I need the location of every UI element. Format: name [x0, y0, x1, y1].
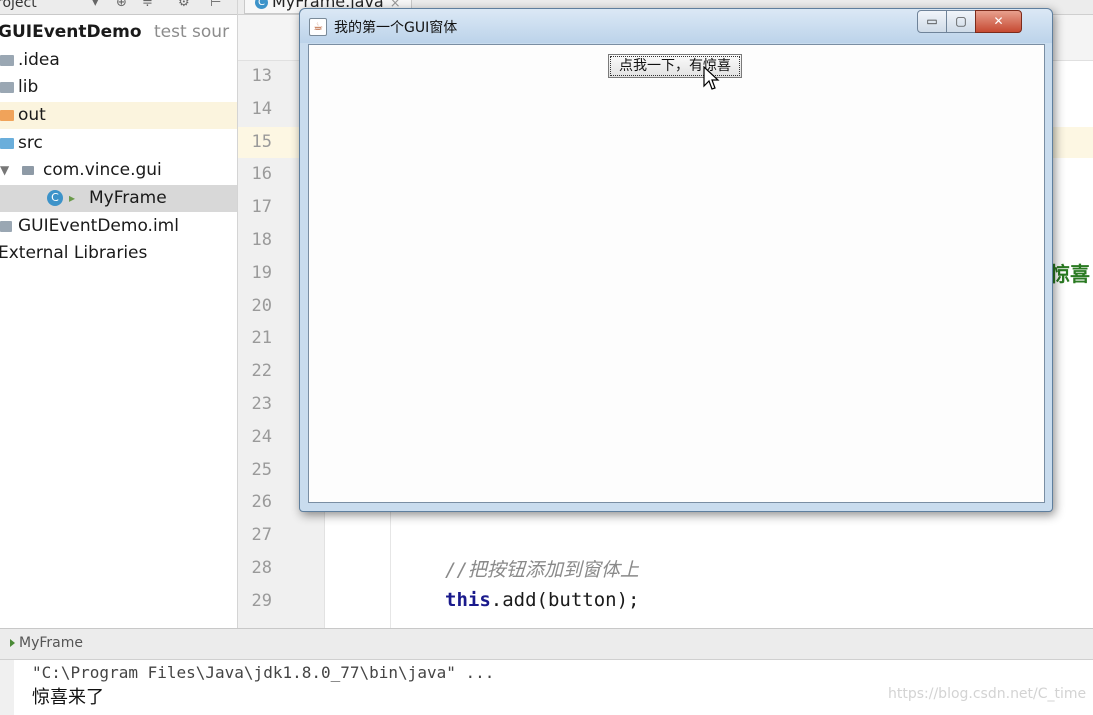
line-number: 19	[251, 262, 272, 283]
tree-item-label: lib	[18, 77, 39, 97]
gui-window[interactable]: ☕ 我的第一个GUI窗体 ▭ ▢ ✕ 点我一下，有惊喜	[299, 8, 1053, 512]
tree-item-package[interactable]: ▼ com.vince.gui	[0, 157, 237, 184]
line-number: 25	[251, 459, 272, 480]
minimize-button[interactable]: ▭	[917, 10, 947, 33]
project-panel-header: roject ▾ ⊕ ≑ ⚙ ⊢	[0, 0, 237, 15]
class-icon: C	[47, 190, 63, 206]
run-command-line: "C:\Program Files\Java\jdk1.8.0_77\bin\j…	[32, 663, 495, 682]
line-number: 15	[251, 131, 272, 152]
folder-icon	[0, 110, 14, 121]
code-statement: this.add(button);	[445, 589, 639, 611]
close-button[interactable]: ✕	[975, 10, 1022, 33]
run-icon	[10, 639, 15, 647]
tree-item-label: .idea	[18, 50, 60, 70]
line-number: 26	[251, 492, 272, 513]
tree-item-src[interactable]: src	[0, 130, 237, 157]
project-panel-title: roject	[0, 0, 37, 11]
indent-guide	[390, 500, 391, 628]
code-keyword: this	[445, 589, 491, 611]
tree-item-out[interactable]: out	[0, 102, 237, 129]
mouse-cursor-icon	[703, 66, 720, 90]
tree-root-note: test sour	[154, 22, 230, 42]
line-number: 20	[251, 295, 272, 316]
folder-icon	[0, 82, 14, 93]
tree-item-external-libraries[interactable]: External Libraries	[0, 240, 237, 267]
line-number: 24	[251, 426, 272, 447]
tree-root-project[interactable]: GUIEventDemo test sour	[0, 19, 237, 46]
watermark: https://blog.csdn.net/C_time	[888, 686, 1087, 702]
run-toolbar	[0, 660, 14, 715]
hide-icon[interactable]: ⊢	[210, 0, 221, 9]
code-string-partial: 惊喜	[1050, 262, 1090, 286]
line-number: 16	[251, 164, 272, 185]
line-number: 18	[251, 230, 272, 250]
collapse-icon[interactable]: ≑	[142, 0, 153, 9]
run-tab-label: MyFrame	[19, 635, 83, 651]
window-content-pane: 点我一下，有惊喜	[308, 44, 1045, 503]
module-file-icon	[0, 221, 12, 232]
dropdown-icon[interactable]: ▾	[92, 0, 99, 9]
window-titlebar[interactable]: ☕ 我的第一个GUI窗体 ▭ ▢ ✕	[300, 9, 1052, 43]
tree-item-label: MyFrame	[89, 188, 167, 208]
run-panel-header: MyFrame	[0, 629, 1093, 660]
line-number: 27	[251, 525, 272, 546]
gear-icon[interactable]: ⚙	[178, 0, 190, 9]
tree-item-idea[interactable]: .idea	[0, 47, 237, 74]
tree-item-label: External Libraries	[0, 243, 148, 263]
tree-item-iml[interactable]: GUIEventDemo.iml	[0, 213, 237, 240]
run-output-line: 惊喜来了	[32, 687, 104, 708]
code-comment: //把按钮添加到窗体上	[445, 559, 639, 581]
tree-item-label: out	[18, 105, 46, 125]
code-rest: .add(button);	[490, 589, 640, 611]
chevron-down-icon[interactable]: ▼	[0, 157, 9, 184]
window-title: 我的第一个GUI窗体	[334, 20, 458, 36]
line-number: 23	[251, 394, 272, 414]
line-number: 17	[251, 197, 272, 218]
folder-icon	[0, 55, 14, 66]
line-number: 21	[251, 328, 272, 349]
run-tab[interactable]: MyFrame	[10, 635, 83, 651]
sync-icon[interactable]: ⊕	[116, 0, 127, 9]
maximize-button[interactable]: ▢	[946, 10, 976, 33]
class-icon: C	[255, 0, 268, 9]
source-folder-icon	[0, 138, 14, 149]
tree-item-lib[interactable]: lib	[0, 74, 237, 101]
tree-item-label: com.vince.gui	[43, 160, 162, 180]
line-number: 28	[251, 558, 272, 578]
project-panel: roject ▾ ⊕ ≑ ⚙ ⊢ GUIEventDemo test sour …	[0, 0, 238, 628]
tree-root-label: GUIEventDemo	[0, 22, 142, 42]
java-app-icon: ☕	[309, 18, 327, 36]
tree-item-myframe[interactable]: C ▸ MyFrame	[0, 185, 237, 212]
line-number: 14	[251, 98, 272, 119]
run-config-icon: ▸	[69, 191, 76, 205]
tree-item-label: GUIEventDemo.iml	[18, 216, 179, 236]
line-number: 29	[251, 590, 272, 611]
package-icon	[22, 166, 34, 175]
line-number: 13	[251, 66, 272, 86]
line-number: 22	[251, 361, 272, 382]
tree-item-label: src	[18, 133, 43, 153]
